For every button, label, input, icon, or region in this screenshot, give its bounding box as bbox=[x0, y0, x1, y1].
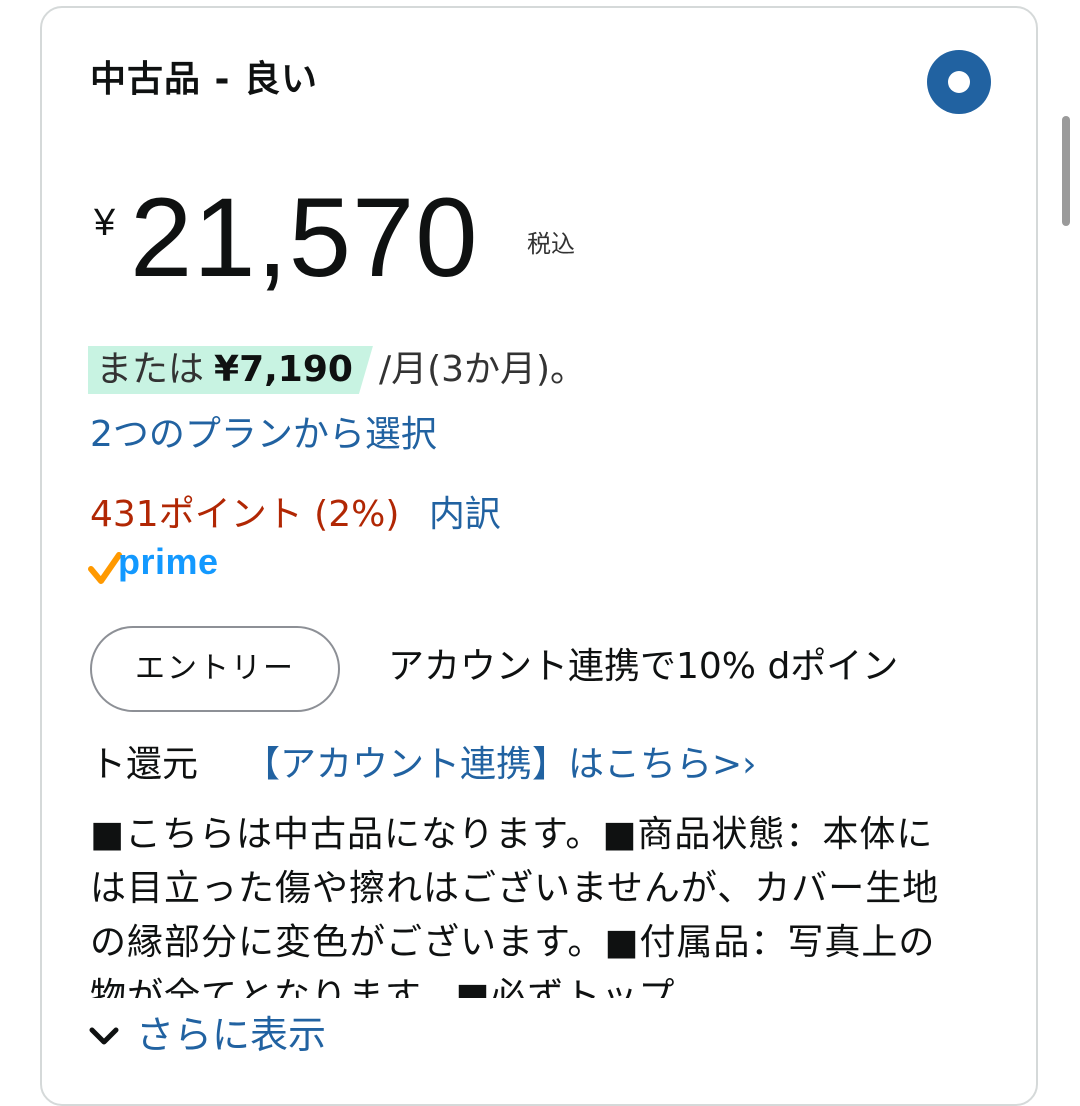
item-description: ■こちらは中古品になります。■商品状態：本体には目立った傷や擦れはございませんが… bbox=[90, 808, 970, 998]
prime-check-icon bbox=[88, 552, 122, 584]
price-value: 21,570 bbox=[130, 175, 479, 300]
condition-title: 中古品 - 良い bbox=[90, 59, 319, 100]
promo-text-line2: ト還元 【アカウント連携】はこちら>› bbox=[90, 740, 757, 790]
points-text: 431ポイント (2%) bbox=[90, 494, 400, 535]
choose-plan-link[interactable]: 2つのプランから選択 bbox=[90, 410, 437, 460]
installment-info: または ¥7,190/月(3か月)。 bbox=[88, 346, 586, 394]
scrollbar[interactable] bbox=[1062, 116, 1070, 226]
currency-symbol: ¥ bbox=[94, 202, 116, 244]
radio-selected-dot bbox=[948, 71, 970, 93]
tax-included-label: 税込 bbox=[527, 230, 575, 258]
show-more-label: さらに表示 bbox=[136, 1013, 327, 1057]
installment-highlight: または ¥7,190 bbox=[88, 346, 373, 394]
installment-prefix: または bbox=[96, 349, 205, 390]
offer-radio-button[interactable] bbox=[927, 50, 991, 114]
installment-amount: ¥7,190 bbox=[214, 349, 353, 390]
chevron-down-icon bbox=[89, 1027, 119, 1045]
prime-logo-text: prime bbox=[118, 541, 219, 582]
entry-button[interactable]: エントリー bbox=[90, 626, 340, 712]
points-breakdown-link[interactable]: 内訳 bbox=[429, 494, 501, 535]
promo-text-line1: アカウント連携で10% dポイン bbox=[388, 646, 899, 687]
promo-text-continued: ト還元 bbox=[90, 744, 199, 785]
installment-suffix: /月(3か月)。 bbox=[378, 349, 587, 390]
description-text: ■こちらは中古品になります。■商品状態：本体には目立った傷や擦れはございませんが… bbox=[90, 814, 940, 998]
account-link[interactable]: 【アカウント連携】はこちら>› bbox=[244, 744, 757, 785]
points-row: 431ポイント (2%) 内訳 bbox=[90, 490, 501, 540]
